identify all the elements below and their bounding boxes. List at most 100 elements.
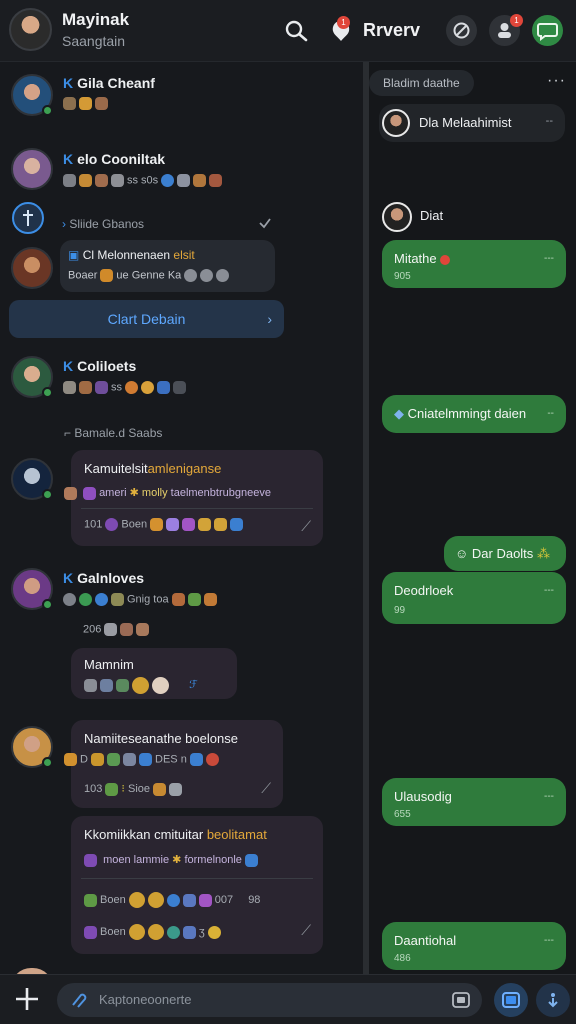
message-time: --- — [544, 585, 554, 596]
search-icon[interactable] — [283, 18, 309, 44]
message-text: Daantiohal — [394, 933, 457, 948]
message-bubble[interactable]: ◆ Cniatelmmingt daien -- — [382, 395, 566, 433]
send-button[interactable] — [536, 983, 570, 1017]
verified-mark: K — [63, 570, 74, 586]
message-input[interactable]: Kaptoneoonerte — [57, 983, 482, 1017]
card-line-c: n — [180, 753, 187, 766]
start-chat-button[interactable]: Clart Debain › — [9, 300, 284, 338]
message-meta: 905 — [394, 271, 411, 282]
pin-badge: 1 — [337, 16, 350, 29]
expand-icon[interactable]: ⟋ — [301, 518, 311, 535]
message-bubble[interactable]: Daantiohal 486 --- — [382, 922, 566, 970]
profile-name: Mayinak — [62, 10, 130, 29]
media-button[interactable] — [494, 983, 528, 1017]
message-bubble[interactable]: Ulausodig 655 --- — [382, 778, 566, 826]
message-card[interactable]: Kamuitelsitamleniganse ameri ✱ molly tae… — [64, 450, 323, 546]
tools-icon — [453, 22, 470, 39]
message-time: -- — [547, 408, 554, 419]
message-input-placeholder: Kaptoneoonerte — [99, 992, 192, 1007]
card-line-b: DES — [155, 753, 178, 766]
verified-mark: K — [63, 75, 74, 91]
card-footer: 103 ⁝ Sioe — [84, 782, 185, 796]
card-footer-b: 007 — [214, 893, 234, 906]
message-preview-card[interactable]: ▣ Cl Melonnenaen elsit Boaer ue Genne Ka — [60, 240, 275, 292]
preview-subline: Boaer ue Genne Ka — [68, 269, 232, 282]
image-icon[interactable] — [452, 992, 470, 1008]
avatar[interactable] — [11, 568, 53, 610]
tools-button[interactable] — [446, 15, 477, 46]
avatar[interactable] — [11, 148, 53, 190]
profile-avatar[interactable] — [9, 8, 52, 51]
message-bubble[interactable]: Deodrloek 99 --- — [382, 572, 566, 624]
card-line-a: ameri — [99, 487, 127, 499]
expand-icon[interactable]: ⟋ — [301, 922, 311, 939]
message-card[interactable]: Kkomiikkan cmituitar beolitamat moen lam… — [71, 816, 323, 954]
verified-mark: K — [63, 358, 74, 374]
avatar[interactable] — [382, 202, 412, 232]
online-indicator — [42, 387, 53, 398]
online-indicator — [42, 105, 53, 116]
app-header: Mayinak Saangtain 1 Rrverv 1 — [0, 0, 576, 62]
chat-name-label: Galnloves — [77, 570, 145, 586]
message-text: ◆ Cniatelmmingt daien — [394, 406, 527, 421]
thread-pane: Bladim daathe ··· Dla Melaahimist -- Dia… — [369, 62, 576, 974]
online-indicator — [42, 599, 53, 610]
chat-meta: ss s0s — [127, 174, 159, 187]
profile-subtitle: Saangtain — [62, 33, 126, 49]
avatar[interactable] — [11, 726, 53, 768]
card-line-a: D — [80, 753, 88, 766]
notifications-badge: 1 — [510, 14, 523, 27]
attachment-icon[interactable] — [69, 991, 89, 1009]
chat-bubble-icon — [537, 23, 558, 41]
avatar[interactable] — [11, 74, 53, 116]
chat-meta: Gnig toa — [127, 593, 169, 606]
card-title-highlight: beolitamat — [206, 827, 267, 842]
message-meta: 655 — [394, 809, 411, 820]
reaction-row — [63, 97, 111, 110]
card-title-text: Kkomiikkan cmituitar — [84, 827, 204, 842]
chat-name[interactable]: K Coliloets — [63, 358, 136, 374]
chat-name-label: elo Cooniltak — [77, 151, 166, 167]
contact-pill[interactable]: Dla Melaahimist -- — [379, 104, 565, 142]
compose-chat-button[interactable] — [532, 15, 563, 46]
separator-label: Bamale.d Saabs — [74, 426, 163, 440]
message-time: --- — [544, 253, 554, 264]
card-line-a: moen — [103, 854, 131, 866]
conversation-list: K Gila Cheanf Kelo Cooniltak ss s0s › Sli… — [0, 62, 363, 974]
contact-name: Dla Melaahimist — [419, 115, 512, 130]
message-text: Deodrloek — [394, 583, 454, 598]
message-bubble[interactable]: Mitathe 905 --- — [382, 240, 566, 288]
chat-name[interactable]: K Gila Cheanf — [63, 75, 155, 91]
card-line-b: molly — [141, 487, 168, 499]
avatar[interactable] — [11, 247, 53, 289]
pinned-icon — [12, 202, 44, 234]
chevron-right-icon: › — [267, 311, 272, 327]
more-icon[interactable]: ··· — [547, 72, 566, 90]
card-footer-d: Boen — [100, 925, 126, 938]
card-title: Kamuitelsitamleniganse — [84, 461, 221, 476]
expand-icon[interactable]: ⟋ — [261, 780, 271, 797]
message-meta: 99 — [394, 605, 406, 616]
card-footer-c: 98 — [248, 893, 261, 906]
card-footer: 101 Boen — [84, 518, 246, 531]
reaction-row: ss — [63, 381, 189, 394]
add-icon[interactable] — [12, 984, 42, 1014]
message-text-label: Cniatelmmingt daien — [407, 406, 527, 421]
section-separator: › Sliide Gbanos — [62, 217, 145, 231]
reaction-count-label: 206 — [83, 623, 102, 636]
thread-filter-chip[interactable]: Bladim daathe — [369, 70, 474, 96]
preview-title-highlight: elsit — [173, 248, 195, 262]
message-card[interactable]: Namiiteseanathe boelonse D DES n 103 ⁝ S… — [64, 720, 283, 808]
card-title: Namiiteseanathe boelonse — [84, 731, 238, 746]
card-line: ameri ✱ molly taelmenbtrubgneeve — [64, 486, 271, 500]
avatar[interactable] — [11, 458, 53, 500]
message-text-label: Mitathe — [394, 251, 437, 266]
message-card[interactable]: Mamnim ℱ — [71, 648, 237, 699]
divider — [81, 878, 313, 879]
message-bubble[interactable]: ☺ Dar Daolts ⁂ — [444, 536, 566, 571]
preview-sub-b: ue Genne — [116, 269, 165, 282]
chat-name[interactable]: Kelo Cooniltak — [63, 151, 165, 167]
avatar[interactable] — [11, 356, 53, 398]
chat-name[interactable]: K Galnloves — [63, 570, 144, 586]
online-indicator — [42, 757, 53, 768]
